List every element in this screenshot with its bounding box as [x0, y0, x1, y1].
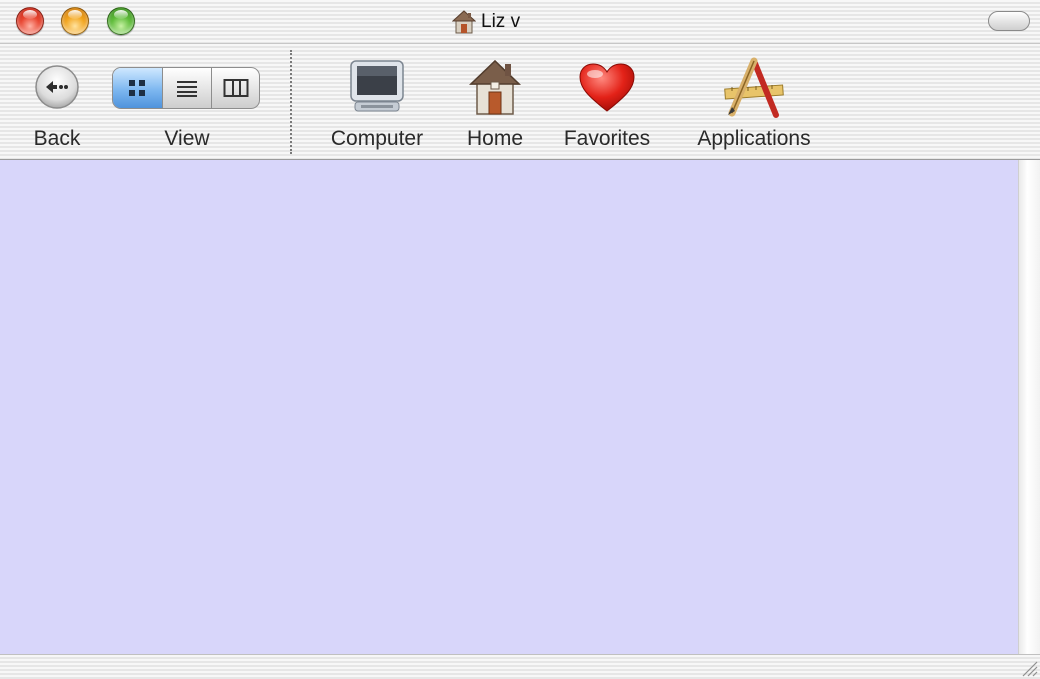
- home-label: Home: [466, 127, 524, 150]
- resize-grip-icon[interactable]: [1018, 657, 1038, 677]
- applications-icon: [724, 57, 784, 118]
- view-segmented-control: [112, 67, 260, 109]
- favorites-button[interactable]: Favorites: [552, 44, 662, 160]
- toolbar-toggle-button[interactable]: [988, 11, 1030, 31]
- home-button[interactable]: Home: [456, 44, 534, 160]
- list-view-button[interactable]: [163, 68, 212, 108]
- computer-icon: [350, 60, 404, 112]
- icon-view-button[interactable]: [113, 68, 163, 108]
- view-label: View: [164, 127, 210, 150]
- column-view-button[interactable]: [212, 68, 259, 108]
- close-button[interactable]: [16, 7, 44, 35]
- bottom-bar: [0, 654, 1040, 679]
- zoom-button[interactable]: [107, 7, 135, 35]
- title-bar[interactable]: Liz v: [0, 0, 1040, 44]
- computer-label: Computer: [330, 127, 424, 150]
- window-title: Liz v: [481, 11, 521, 32]
- favorites-label: Favorites: [563, 127, 651, 150]
- applications-button[interactable]: Applications: [682, 44, 826, 160]
- home-icon: [469, 59, 521, 115]
- back-arrow-icon: [35, 65, 79, 109]
- computer-button[interactable]: Computer: [316, 44, 438, 160]
- vertical-scrollbar[interactable]: [1018, 160, 1040, 654]
- file-browser-area[interactable]: [0, 160, 1018, 654]
- back-button[interactable]: Back: [22, 44, 92, 160]
- list-icon: [177, 81, 197, 97]
- window-title-group: Liz v: [452, 8, 520, 36]
- heart-icon: [579, 63, 635, 112]
- toolbar: Back View Computer Home Favorites Applic…: [0, 44, 1040, 160]
- toolbar-divider: [290, 50, 292, 154]
- applications-label: Applications: [697, 127, 811, 150]
- view-control: View: [112, 44, 262, 160]
- columns-icon: [223, 79, 249, 97]
- home-icon: [452, 10, 476, 34]
- back-label: Back: [33, 127, 81, 150]
- icon-grid-icon: [129, 80, 145, 96]
- minimize-button[interactable]: [61, 7, 89, 35]
